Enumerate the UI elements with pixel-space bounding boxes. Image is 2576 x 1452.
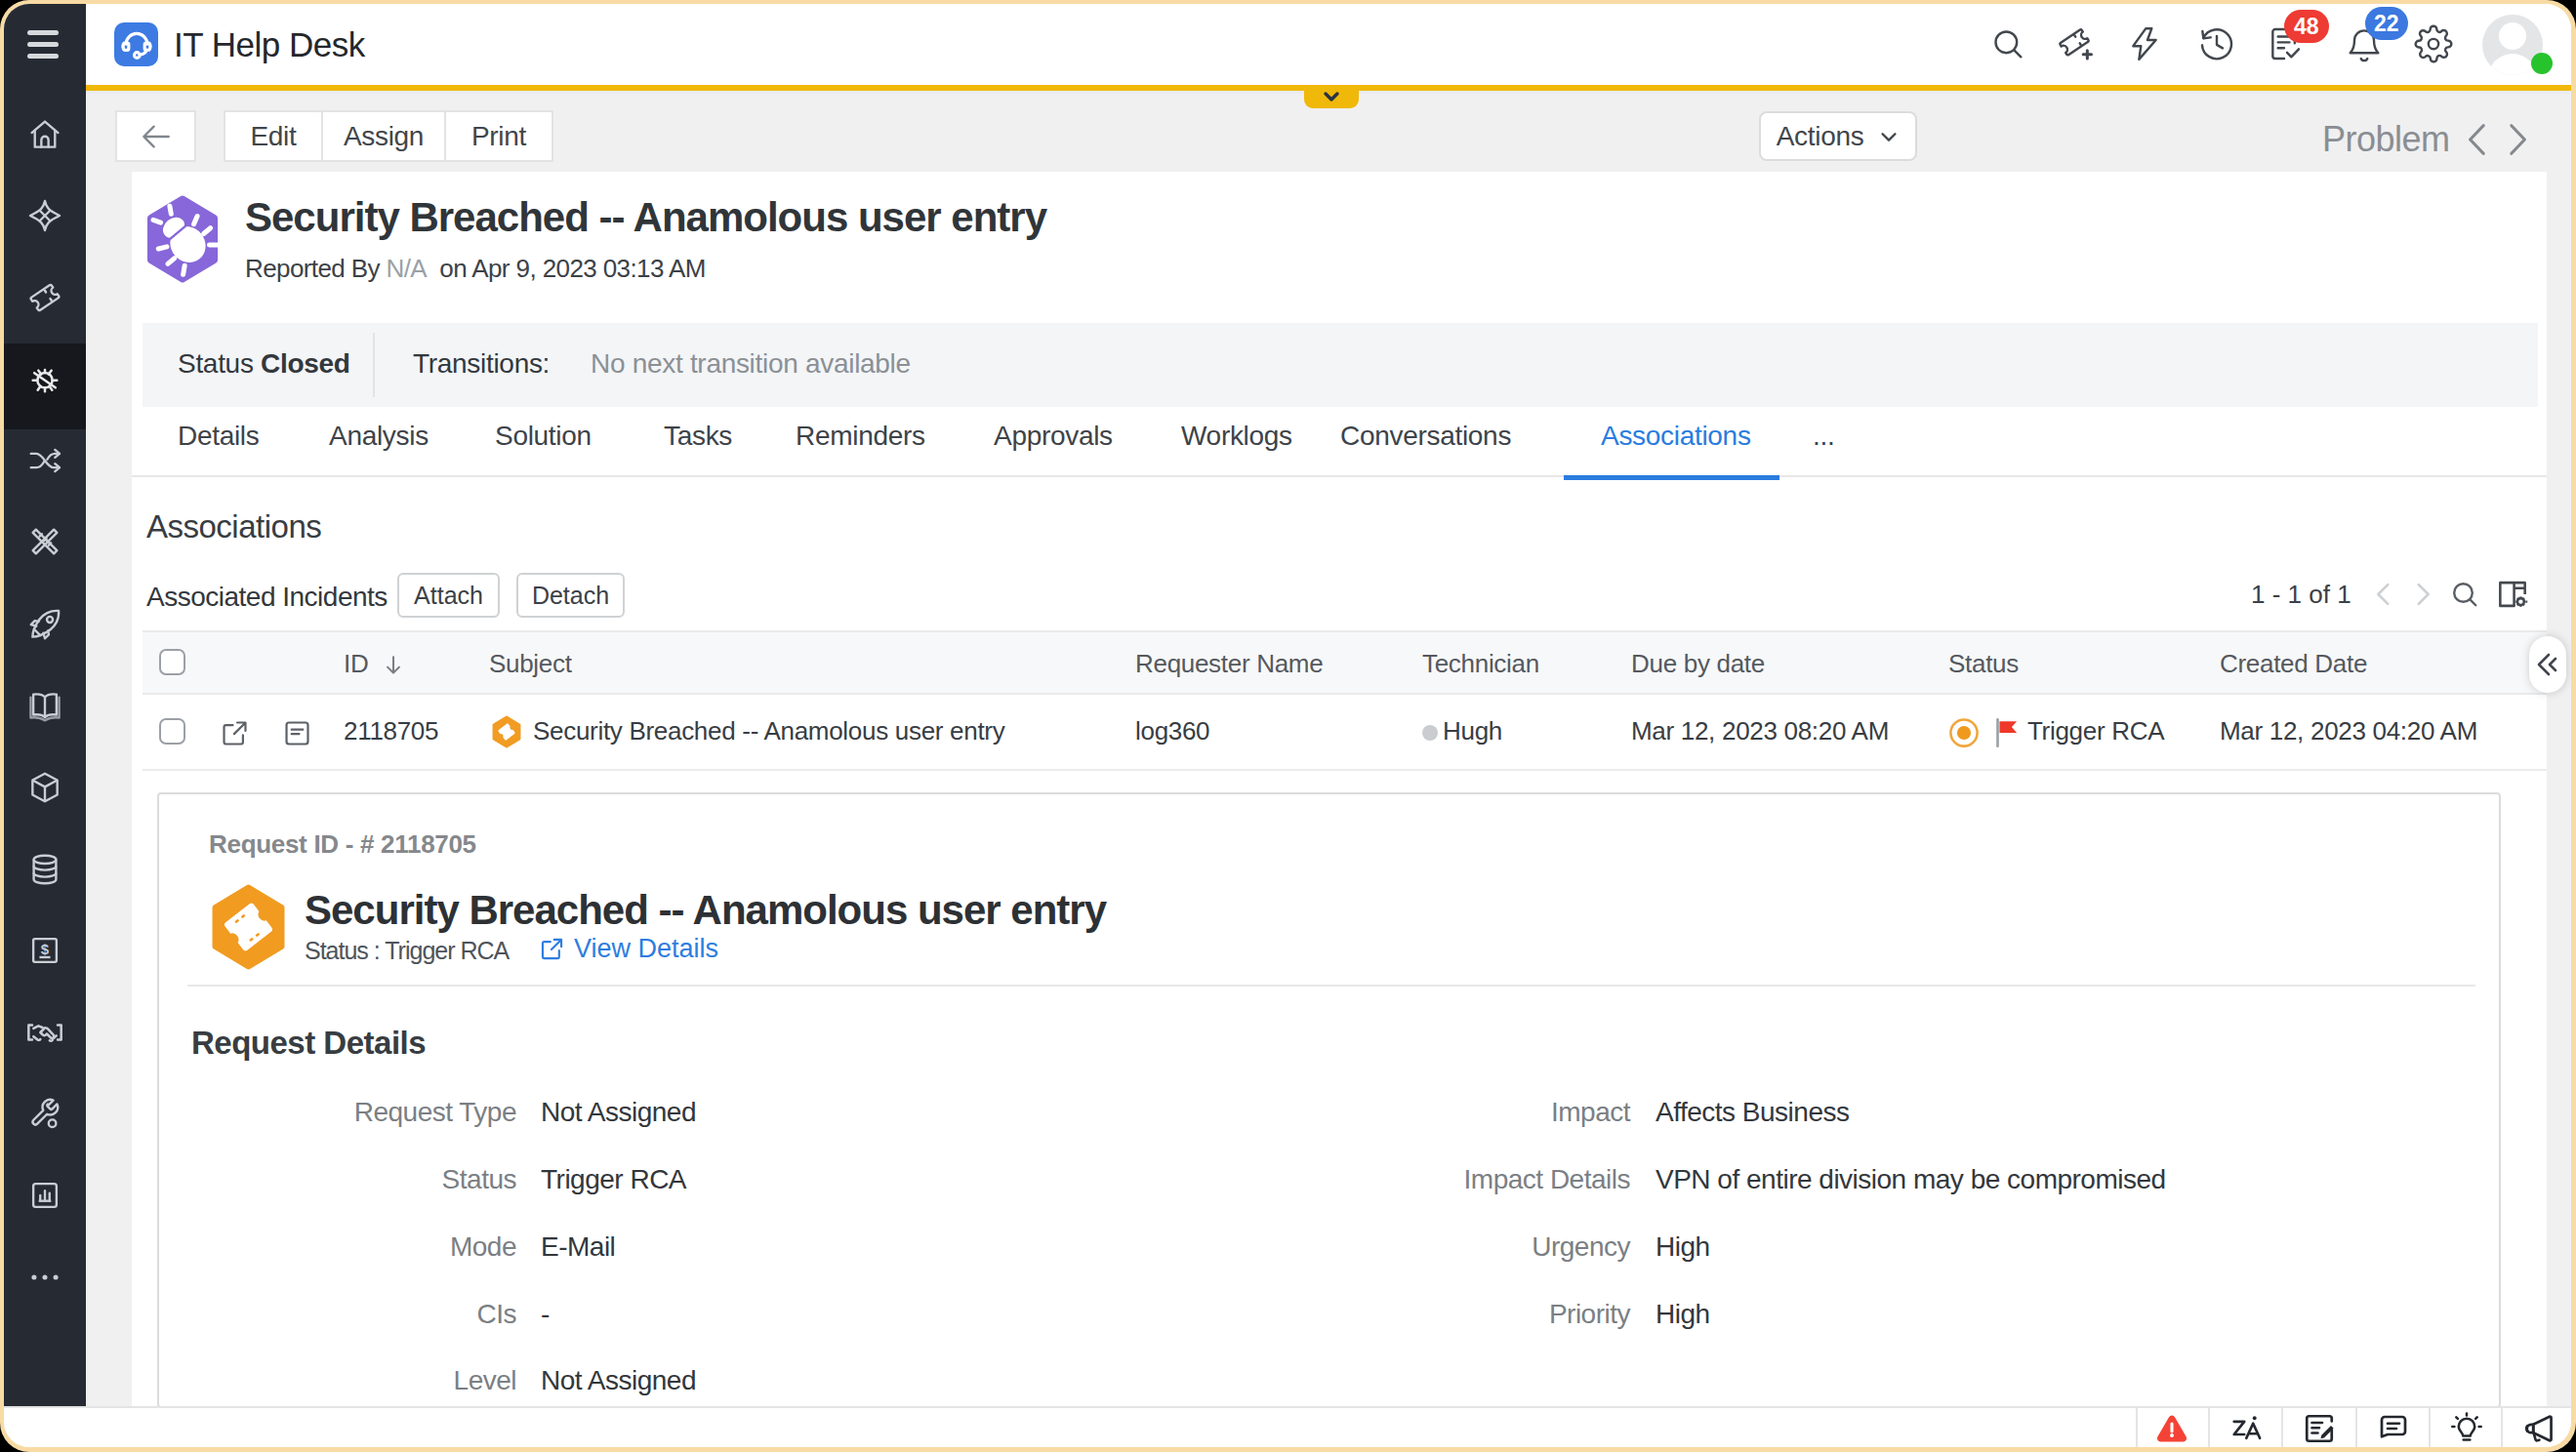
svg-text:$: $ xyxy=(41,941,50,957)
